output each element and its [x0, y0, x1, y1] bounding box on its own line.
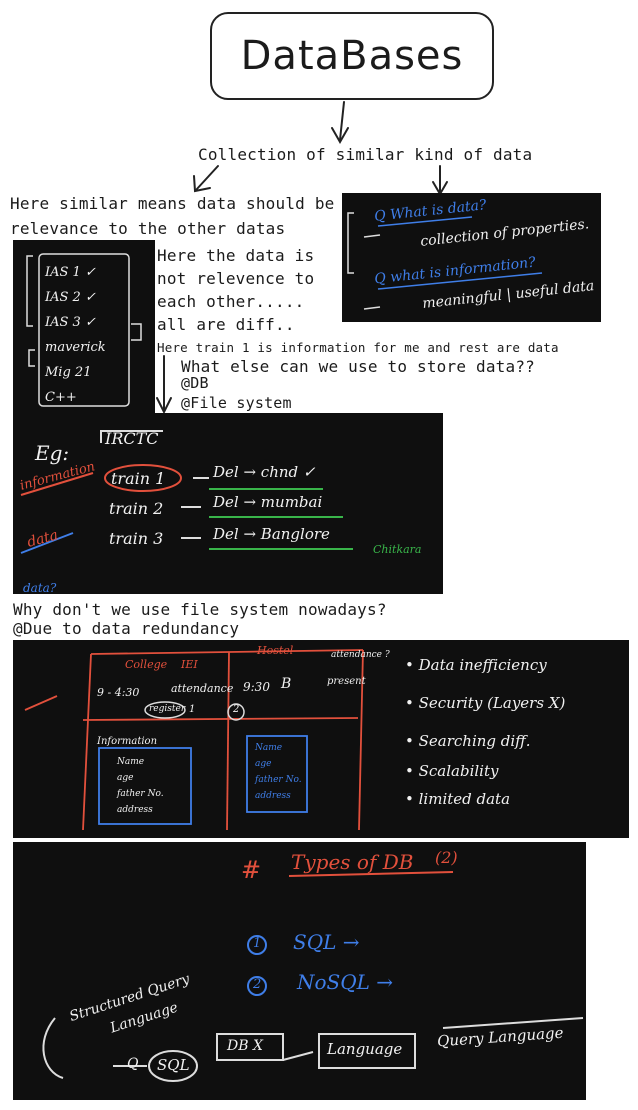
option-2-number: 2 — [253, 977, 262, 992]
field: Name — [117, 757, 145, 767]
fields-right: Name age father No. address — [255, 740, 302, 804]
data-information-board: Q What is data? collection of properties… — [342, 193, 601, 322]
option-1-number: 1 — [253, 936, 262, 951]
present-label: present — [327, 676, 366, 687]
sql-circle: SQL — [157, 1056, 190, 1074]
question-label: Q — [127, 1056, 139, 1072]
types-count: (2) — [435, 848, 458, 867]
hostel-b: B — [281, 676, 292, 692]
train-1: train 1 — [111, 469, 166, 488]
similar-note-line2: relevance to the other datas — [10, 219, 286, 238]
watermark: Chitkara — [373, 543, 422, 556]
list-item: IAS 3 ✓ — [45, 315, 96, 330]
train-info-note: Here train 1 is information for me and r… — [157, 340, 559, 355]
register-label: register — [149, 704, 186, 714]
problem-list: • Data inefficiency • Security (Layers X… — [405, 646, 565, 818]
language-box: Language — [327, 1040, 403, 1058]
file-system-board: College IEI Hostel attendance ? 9 - 4:30… — [13, 640, 629, 838]
iei-label: IEI — [181, 658, 198, 671]
train-2: train 2 — [109, 499, 164, 518]
collection-note: Collection of similar kind of data — [198, 145, 533, 164]
college-time: 9 - 4:30 — [97, 686, 140, 699]
db-option: @DB — [181, 374, 209, 392]
list-item: IAS 2 ✓ — [45, 290, 96, 305]
irctc-brand: IRCTC — [105, 429, 159, 448]
route-3: Del → Banglore — [213, 525, 330, 543]
not-relevance-line: not relevence to — [157, 269, 315, 288]
example-label: Eg: — [35, 441, 70, 465]
hostel-time: 9:30 — [243, 680, 270, 694]
field: age — [117, 773, 134, 783]
field: father No. — [255, 775, 302, 785]
list-items: IAS 1 ✓ IAS 2 ✓ IAS 3 ✓ maverick Mig 21 … — [45, 260, 106, 410]
college-attendance: attendance — [171, 682, 234, 695]
circle-1: 1 — [189, 704, 196, 715]
field: address — [117, 805, 153, 815]
not-relevance-line: all are diff.. — [157, 315, 295, 334]
circle-2: 2 — [233, 704, 240, 715]
types-heading: Types of DB — [291, 850, 414, 874]
problem-item: • Security (Layers X) — [405, 694, 566, 712]
file-system-option: @File system — [181, 394, 292, 412]
field: father No. — [117, 789, 164, 799]
college-label: College — [125, 658, 168, 671]
why-not-note: Why don't we use file system nowadays? — [13, 600, 387, 619]
route-1: Del → chnd ✓ — [213, 463, 316, 481]
problem-item: • Data inefficiency — [405, 656, 547, 674]
not-relevance-line: Here the data is — [157, 246, 315, 265]
field: address — [255, 791, 291, 801]
list-item: Mig 21 — [45, 365, 92, 380]
problem-item: • limited data — [405, 790, 511, 808]
information-label: Information — [97, 736, 158, 747]
list-item: IAS 1 ✓ — [45, 265, 96, 280]
route-2: Del → mumbai — [213, 493, 323, 511]
similar-note-line1: Here similar means data should be — [10, 194, 335, 213]
sql-option: SQL → — [293, 930, 360, 954]
train-3: train 3 — [109, 529, 164, 548]
list-item: C++ — [45, 390, 77, 405]
types-of-db-board: # Types of DB (2) 1 SQL → 2 NoSQL → Stru… — [13, 842, 586, 1100]
redundancy-note: @Due to data redundancy — [13, 619, 240, 638]
attendance-question: attendance ? — [331, 650, 390, 660]
field: Name — [255, 743, 283, 753]
irctc-board: Eg: IRCTC information data train 1 train… — [13, 413, 443, 594]
partial-question: data? — [23, 581, 57, 594]
list-item: maverick — [45, 340, 106, 355]
nosql-option: NoSQL → — [297, 970, 394, 994]
field: age — [255, 759, 272, 769]
hostel-label: Hostel — [257, 644, 294, 657]
not-relevance-note: Here the data is not relevence to each o… — [157, 244, 314, 336]
fields-left: Name age father No. address — [117, 754, 164, 818]
not-relevance-line: each other..... — [157, 292, 305, 311]
types-hash: # — [241, 856, 262, 884]
db-x: DB X — [227, 1038, 263, 1054]
list-board: IAS 1 ✓ IAS 2 ✓ IAS 3 ✓ maverick Mig 21 … — [13, 240, 155, 413]
what-else-note: What else can we use to store data?? — [181, 357, 535, 376]
